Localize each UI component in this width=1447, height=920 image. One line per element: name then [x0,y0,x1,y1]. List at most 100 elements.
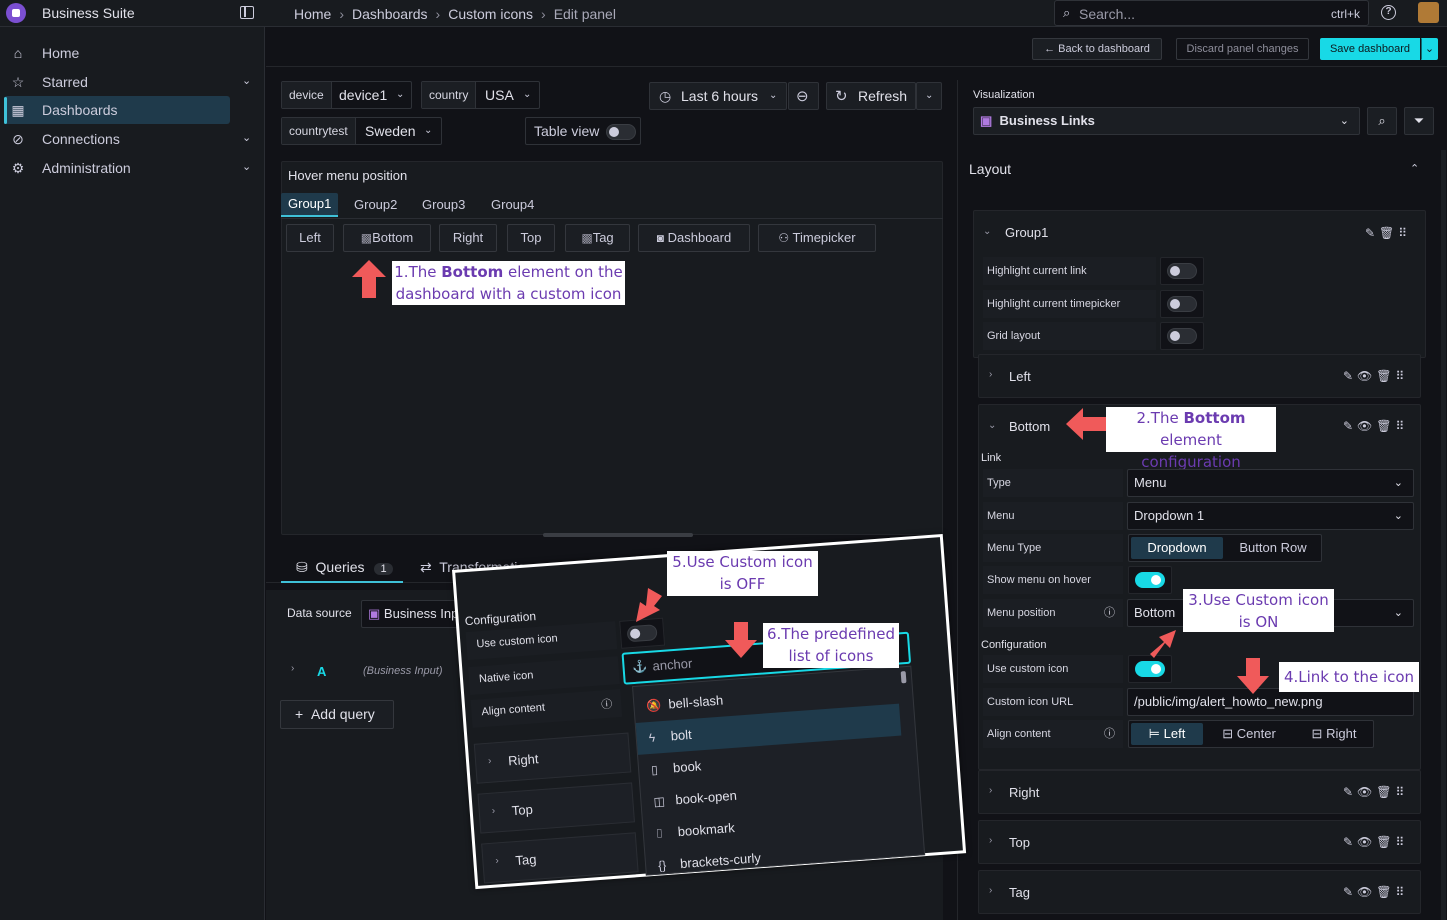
item-top-actions[interactable]: ✎👁🗑⠿ [1343,835,1408,849]
save-options-chevron-icon[interactable]: ⌄ [1421,38,1438,60]
chevron-right-icon[interactable]: › [989,885,992,896]
link-bottom-button[interactable]: ▩Bottom [343,224,431,252]
tab-queries[interactable]: ⛁ Queries 1 [296,559,393,576]
breadcrumb-dashboards[interactable]: Dashboards [352,6,428,22]
annotation-text: 1.The [394,263,442,281]
search-input[interactable]: ⌕ Search... ctrl+k [1054,0,1369,26]
variable-countrytest[interactable]: countrytest Sweden ⌄ [281,117,442,145]
count-badge: 1 [374,563,393,575]
chevron-up-icon[interactable]: ⌃ [1410,162,1419,175]
transform-icon: ⇄ [420,559,432,575]
item-right-actions[interactable]: ✎👁🗑⠿ [1343,785,1408,799]
info-icon: ⓘ [1104,728,1115,740]
highlight-timepicker-switch[interactable] [1167,296,1197,312]
add-query-button[interactable]: + Add query [280,700,394,729]
item-left-actions[interactable]: ✎👁🗑⠿ [1343,369,1408,383]
align-right-option[interactable]: ⊟ Right [1299,723,1369,745]
link-top-button[interactable]: Top [507,224,555,252]
home-icon: ⌂ [13,45,23,61]
back-to-dashboard-button[interactable]: ← Back to dashboard [1032,38,1162,60]
group1-actions[interactable]: ✎🗑⠿ [1365,226,1411,240]
link-tag-button[interactable]: ▩Tag [565,224,630,252]
tab-group1[interactable]: Group1 [281,193,339,217]
sidebar-item-home[interactable]: ⌂ Home [0,39,265,67]
avatar[interactable] [1418,2,1439,23]
link-left-button[interactable]: Left [286,224,334,252]
grid-layout-switch[interactable] [1167,328,1197,344]
align-left-option[interactable]: ⊨ Left [1131,723,1203,745]
menu-value: Dropdown 1 [1134,508,1205,523]
custom-icon-url-input[interactable]: /public/img/alert_howto_new.png [1127,688,1414,716]
filter-options-button[interactable]: ⏷ [1404,107,1434,135]
chevron-down-icon[interactable]: ⌄ [242,131,251,144]
help-icon[interactable]: ? [1381,5,1396,20]
chevron-right-icon[interactable]: › [989,369,992,380]
sidebar-item-starred[interactable]: ☆ Starred ⌄ [0,68,265,96]
annotation-text: list of icons [788,647,874,665]
table-view-switch[interactable] [606,124,636,140]
scrollbar[interactable] [1441,150,1446,920]
inset-item-top[interactable]: › Top [477,782,635,834]
chevron-right-icon[interactable]: › [989,785,992,796]
tab-group3[interactable]: Group3 [422,197,465,212]
align-right-label: Right [1326,726,1357,741]
filter-icon: ⏷ [1413,113,1425,128]
discard-changes-button[interactable]: Discard panel changes [1176,38,1309,60]
chevron-down-icon[interactable]: ⌄ [983,226,991,237]
sidebar-item-administration[interactable]: ⚙ Administration ⌄ [0,154,265,182]
variable-label: countrytest [282,118,356,144]
tab-group2[interactable]: Group2 [354,197,397,212]
inset-item-tag-title: Tag [514,851,537,869]
app-logo-icon[interactable] [6,3,26,23]
menu-select[interactable]: Dropdown 1 ⌄ [1127,502,1414,530]
chevron-right-icon[interactable]: › [989,835,992,846]
chevron-down-icon[interactable]: ⌄ [242,160,251,173]
sidebar-item-dashboards[interactable]: ▦ Dashboards [4,96,230,124]
inset-item-right-title: Right [507,751,539,769]
search-icon: ⌕ [1378,113,1386,128]
tab-group4[interactable]: Group4 [491,197,534,212]
link-dashboard-button[interactable]: ◙ Dashboard [638,224,750,252]
sidebar-item-connections[interactable]: ⊘ Connections ⌄ [0,125,265,153]
item-bottom-actions[interactable]: ✎👁🗑⠿ [1343,419,1408,433]
save-dashboard-button[interactable]: Save dashboard [1320,38,1420,60]
inset-item-tag[interactable]: › Tag [481,832,639,884]
search-options-button[interactable]: ⌕ [1367,107,1397,135]
link-timepicker-button[interactable]: ⚇ Timepicker [758,224,876,252]
type-select[interactable]: Menu ⌄ [1127,469,1414,497]
variable-country[interactable]: country USA ⌄ [421,81,540,109]
menu-type-button-row-option[interactable]: Button Row [1229,537,1317,559]
inset-item-right[interactable]: › Right [473,732,632,784]
refresh-button[interactable]: ↻ Refresh [826,82,916,110]
table-view-toggle[interactable]: Table view [525,117,641,145]
dropdown-scrollbar[interactable] [900,671,907,684]
visualization-picker[interactable]: ▣ Business Links ⌄ [973,107,1360,135]
link-tag-label: Tag [592,230,614,245]
inset-use-custom-icon-switch[interactable] [626,624,658,643]
chevron-right-icon[interactable]: › [291,663,294,674]
breadcrumb-home[interactable]: Home [294,6,331,22]
time-range-picker[interactable]: ◷ Last 6 hours ⌄ [649,82,787,110]
panel-resize-handle[interactable] [543,533,693,537]
menu-type-dropdown-option[interactable]: Dropdown [1131,537,1223,559]
zoom-out-button[interactable]: ⊖ [788,82,819,110]
inset-configuration-label: Configuration [464,608,537,629]
variable-value: Sweden [365,123,416,139]
align-center-option[interactable]: ⊟ Center [1213,723,1285,745]
highlight-link-switch[interactable] [1167,263,1197,279]
type-label: Type [983,469,1123,497]
custom-image-icon: ▩ [360,231,373,245]
refresh-interval-button[interactable]: ⌄ [916,82,942,110]
annotation-6: 6.The predefined list of icons [763,623,899,668]
chevron-down-icon[interactable]: ⌄ [988,420,996,431]
variable-device[interactable]: device device1 ⌄ [281,81,412,109]
link-right-button[interactable]: Right [439,224,497,252]
chevron-down-icon[interactable]: ⌄ [242,74,251,87]
show-menu-hover-label: Show menu on hover [983,566,1123,594]
use-custom-icon-switch[interactable] [1135,661,1165,677]
sidebar-toggle-icon[interactable] [240,6,254,19]
chevron-down-icon: ⌄ [769,90,778,101]
show-menu-hover-switch[interactable] [1135,572,1165,588]
breadcrumb-custom-icons[interactable]: Custom icons [448,6,533,22]
item-tag-actions[interactable]: ✎👁🗑⠿ [1343,885,1408,899]
